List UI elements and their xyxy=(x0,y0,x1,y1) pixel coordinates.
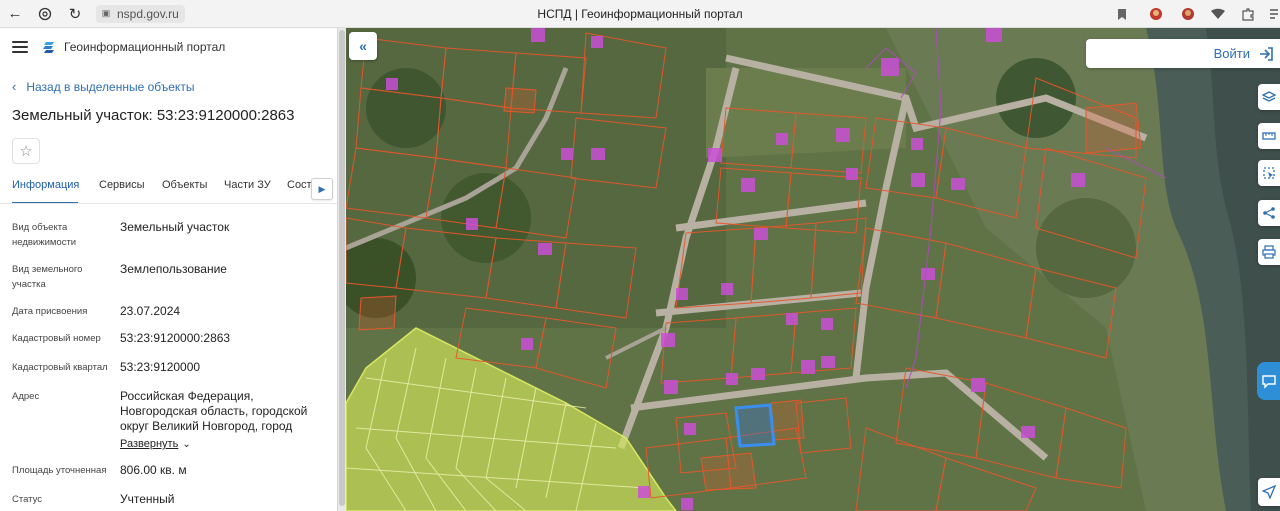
share-button[interactable] xyxy=(1258,200,1280,226)
site-info-icon[interactable] xyxy=(30,0,60,28)
address-bar[interactable]: ▣ nspd.gov.ru xyxy=(96,4,185,23)
bookmark-icon[interactable] xyxy=(1112,4,1132,24)
object-tabs: Информация Сервисы Объекты Части ЗУ Сост… xyxy=(0,176,337,204)
property-label: Площадь уточненная xyxy=(12,465,107,476)
location-arrow-icon xyxy=(1262,485,1276,499)
property-value: 53:23:9120000 xyxy=(120,360,201,374)
property-value: Землепользование xyxy=(120,262,227,276)
measure-button[interactable] xyxy=(1258,123,1280,149)
collapse-panel-button[interactable]: « xyxy=(349,32,377,60)
menu-icon[interactable] xyxy=(12,41,28,53)
tabs-scroll-right-button[interactable]: ▶ xyxy=(311,178,333,200)
expand-address-link[interactable]: Развернуть ⌄ xyxy=(120,437,320,452)
expand-label: Развернуть xyxy=(120,438,179,450)
scrollbar-thumb[interactable] xyxy=(339,30,345,506)
extension-icon[interactable] xyxy=(1146,4,1166,24)
chevron-left-icon: ‹ xyxy=(12,79,17,94)
property-value: Земельный участок xyxy=(120,220,230,234)
object-info-panel: Геоинформационный портал ‹ Назад в выдел… xyxy=(0,28,337,511)
property-label: Вид объекта недвижимости xyxy=(12,222,77,248)
app-title: Геоинформационный портал xyxy=(64,40,226,54)
panel-scrollbar[interactable] xyxy=(337,28,346,511)
app-header: Геоинформационный портал xyxy=(0,28,337,66)
share-icon xyxy=(1263,207,1275,219)
login-label: Войти xyxy=(1213,46,1250,61)
print-icon xyxy=(1262,245,1276,259)
portal-logo-icon xyxy=(43,42,54,53)
login-button[interactable]: Войти xyxy=(1086,39,1280,68)
property-label: Статус xyxy=(12,494,43,505)
property-value: 23.07.2024 xyxy=(120,304,181,318)
extensions-icon[interactable] xyxy=(1238,4,1258,24)
layers-button[interactable] xyxy=(1258,84,1280,110)
selected-parcel[interactable] xyxy=(734,403,776,448)
property-value: Учтенный xyxy=(120,492,175,506)
tab-parts[interactable]: Части ЗУ xyxy=(224,176,271,203)
property-label: Адрес xyxy=(12,391,40,402)
back-to-selected-link[interactable]: ‹ Назад в выделенные объекты xyxy=(12,79,194,94)
tab-services[interactable]: Сервисы xyxy=(99,176,145,203)
browser-tab-title: НСПД | Геоинформационный портал xyxy=(537,7,743,21)
map-canvas[interactable] xyxy=(346,28,1280,511)
property-label: Кадастровый квартал xyxy=(12,362,108,373)
back-arrow-icon[interactable]: ← xyxy=(0,0,30,28)
ruler-icon xyxy=(1262,132,1276,140)
layers-icon xyxy=(1262,91,1276,102)
select-area-button[interactable] xyxy=(1258,160,1280,186)
address-value: Российская Федерация, Новгородская облас… xyxy=(120,389,308,433)
cadastral-map[interactable] xyxy=(346,28,1280,511)
chevron-down-icon: ⌄ xyxy=(182,439,191,450)
property-label: Дата присвоения xyxy=(12,306,88,317)
url-text: nspd.gov.ru xyxy=(117,6,179,21)
property-value: 53:23:9120000:2863 xyxy=(120,331,231,345)
page-title: Земельный участок: 53:23:9120000:2863 xyxy=(12,107,295,124)
tab-objects[interactable]: Объекты xyxy=(162,176,207,203)
property-label: Кадастровый номер xyxy=(12,333,101,344)
print-button[interactable] xyxy=(1258,239,1280,265)
browser-toolbar: ← ↻ ▣ nspd.gov.ru НСПД | Геоинформационн… xyxy=(0,0,1280,28)
back-link-label: Назад в выделенные объекты xyxy=(26,79,195,94)
login-icon xyxy=(1260,46,1273,61)
chat-icon xyxy=(1261,375,1276,389)
vpn-icon[interactable] xyxy=(1208,4,1228,24)
secure-icon: ▣ xyxy=(101,8,111,18)
support-chat-button[interactable] xyxy=(1257,362,1280,400)
menu-icon[interactable] xyxy=(1264,4,1280,24)
property-value: 806.00 кв. м xyxy=(120,463,187,477)
geolocation-button[interactable] xyxy=(1258,478,1280,506)
property-label: Вид земельного участка xyxy=(12,264,83,290)
favorite-star-icon[interactable]: ☆ xyxy=(12,138,40,164)
reload-icon[interactable]: ↻ xyxy=(60,0,90,28)
select-area-icon xyxy=(1263,167,1275,179)
tab-information[interactable]: Информация xyxy=(12,176,79,203)
extension-icon[interactable] xyxy=(1178,4,1198,24)
